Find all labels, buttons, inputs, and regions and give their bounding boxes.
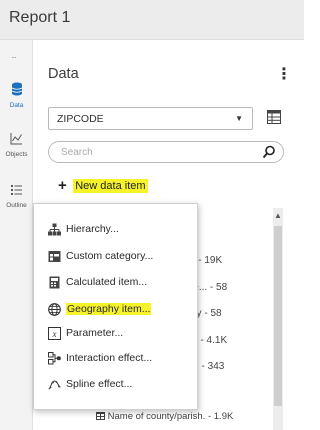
custom-category-icon (48, 251, 61, 262)
title-bar: Report 1 (0, 0, 304, 40)
menu-item-geography-item[interactable]: Geography item... (34, 299, 197, 321)
menu-item-hierarchy[interactable]: Hierarchy... (34, 219, 197, 241)
new-data-item-menu: Hierarchy... Custom category... Calculat… (33, 203, 198, 410)
globe-icon (48, 303, 61, 316)
left-rail: ∙∙∙ Data Objects Outline (0, 40, 33, 430)
data-source-value: ZIPCODE (57, 113, 104, 125)
pane-options-icon[interactable]: ⋮ (276, 64, 292, 84)
report-title: Report 1 (9, 9, 71, 26)
category-item-icon (96, 412, 105, 421)
spline-effect-icon (48, 380, 61, 390)
interaction-effect-icon (48, 352, 61, 365)
data-source-select[interactable]: ZIPCODE ▼ (48, 107, 253, 130)
menu-item-custom-category[interactable]: Custom category... (34, 246, 197, 268)
outline-list-icon (11, 185, 22, 195)
rail-tab-outline[interactable]: Outline (0, 183, 33, 209)
menu-item-label: Calculated item... (66, 276, 148, 288)
menu-item-label: Hierarchy... (66, 223, 119, 235)
list-item[interactable]: Name of county/parish. - 1.9K (96, 411, 233, 422)
line-chart-icon (10, 133, 22, 145)
pane-title: Data (48, 66, 79, 82)
search-box[interactable] (48, 141, 284, 163)
new-data-item-label: New data item (73, 179, 148, 193)
rail-tab-objects-label: Objects (5, 151, 28, 158)
menu-item-label: Geography item... (66, 303, 152, 315)
scrollbar-thumb[interactable] (274, 226, 282, 406)
hierarchy-icon (48, 223, 61, 236)
new-data-item-button[interactable]: + New data item (58, 176, 148, 194)
menu-item-spline-effect[interactable]: Spline effect... (34, 374, 197, 396)
rail-tab-data-label: Data (9, 102, 24, 109)
svg-text:x: x (52, 329, 57, 339)
list-scrollbar[interactable]: ▲ (273, 208, 283, 430)
rail-collapse-handle[interactable]: ∙∙∙ (11, 52, 16, 62)
rail-tab-outline-label: Outline (6, 202, 27, 209)
menu-item-parameter[interactable]: x Parameter... (34, 323, 197, 345)
search-input[interactable] (61, 145, 251, 160)
plus-icon: + (58, 177, 67, 194)
database-icon (11, 82, 22, 96)
menu-item-interaction-effect[interactable]: Interaction effect... (34, 348, 197, 370)
search-icon[interactable] (262, 145, 276, 159)
menu-item-label: Parameter... (66, 327, 124, 339)
menu-item-label: Spline effect... (66, 378, 133, 390)
menu-item-calculated-item[interactable]: Calculated item... (34, 272, 197, 294)
rail-tab-objects[interactable]: Objects (0, 132, 33, 158)
rail-tab-data[interactable]: Data (0, 82, 33, 109)
parameter-icon: x (48, 327, 61, 340)
scroll-up-icon[interactable]: ▲ (274, 211, 282, 220)
menu-item-label: Custom category... (66, 250, 154, 262)
data-source-table-icon[interactable] (267, 110, 281, 124)
list-item-label: Name of county/parish. - 1.9K (107, 411, 234, 422)
chevron-down-icon: ▼ (235, 114, 243, 123)
menu-item-label: Interaction effect... (66, 352, 153, 364)
calculator-icon (49, 276, 60, 289)
